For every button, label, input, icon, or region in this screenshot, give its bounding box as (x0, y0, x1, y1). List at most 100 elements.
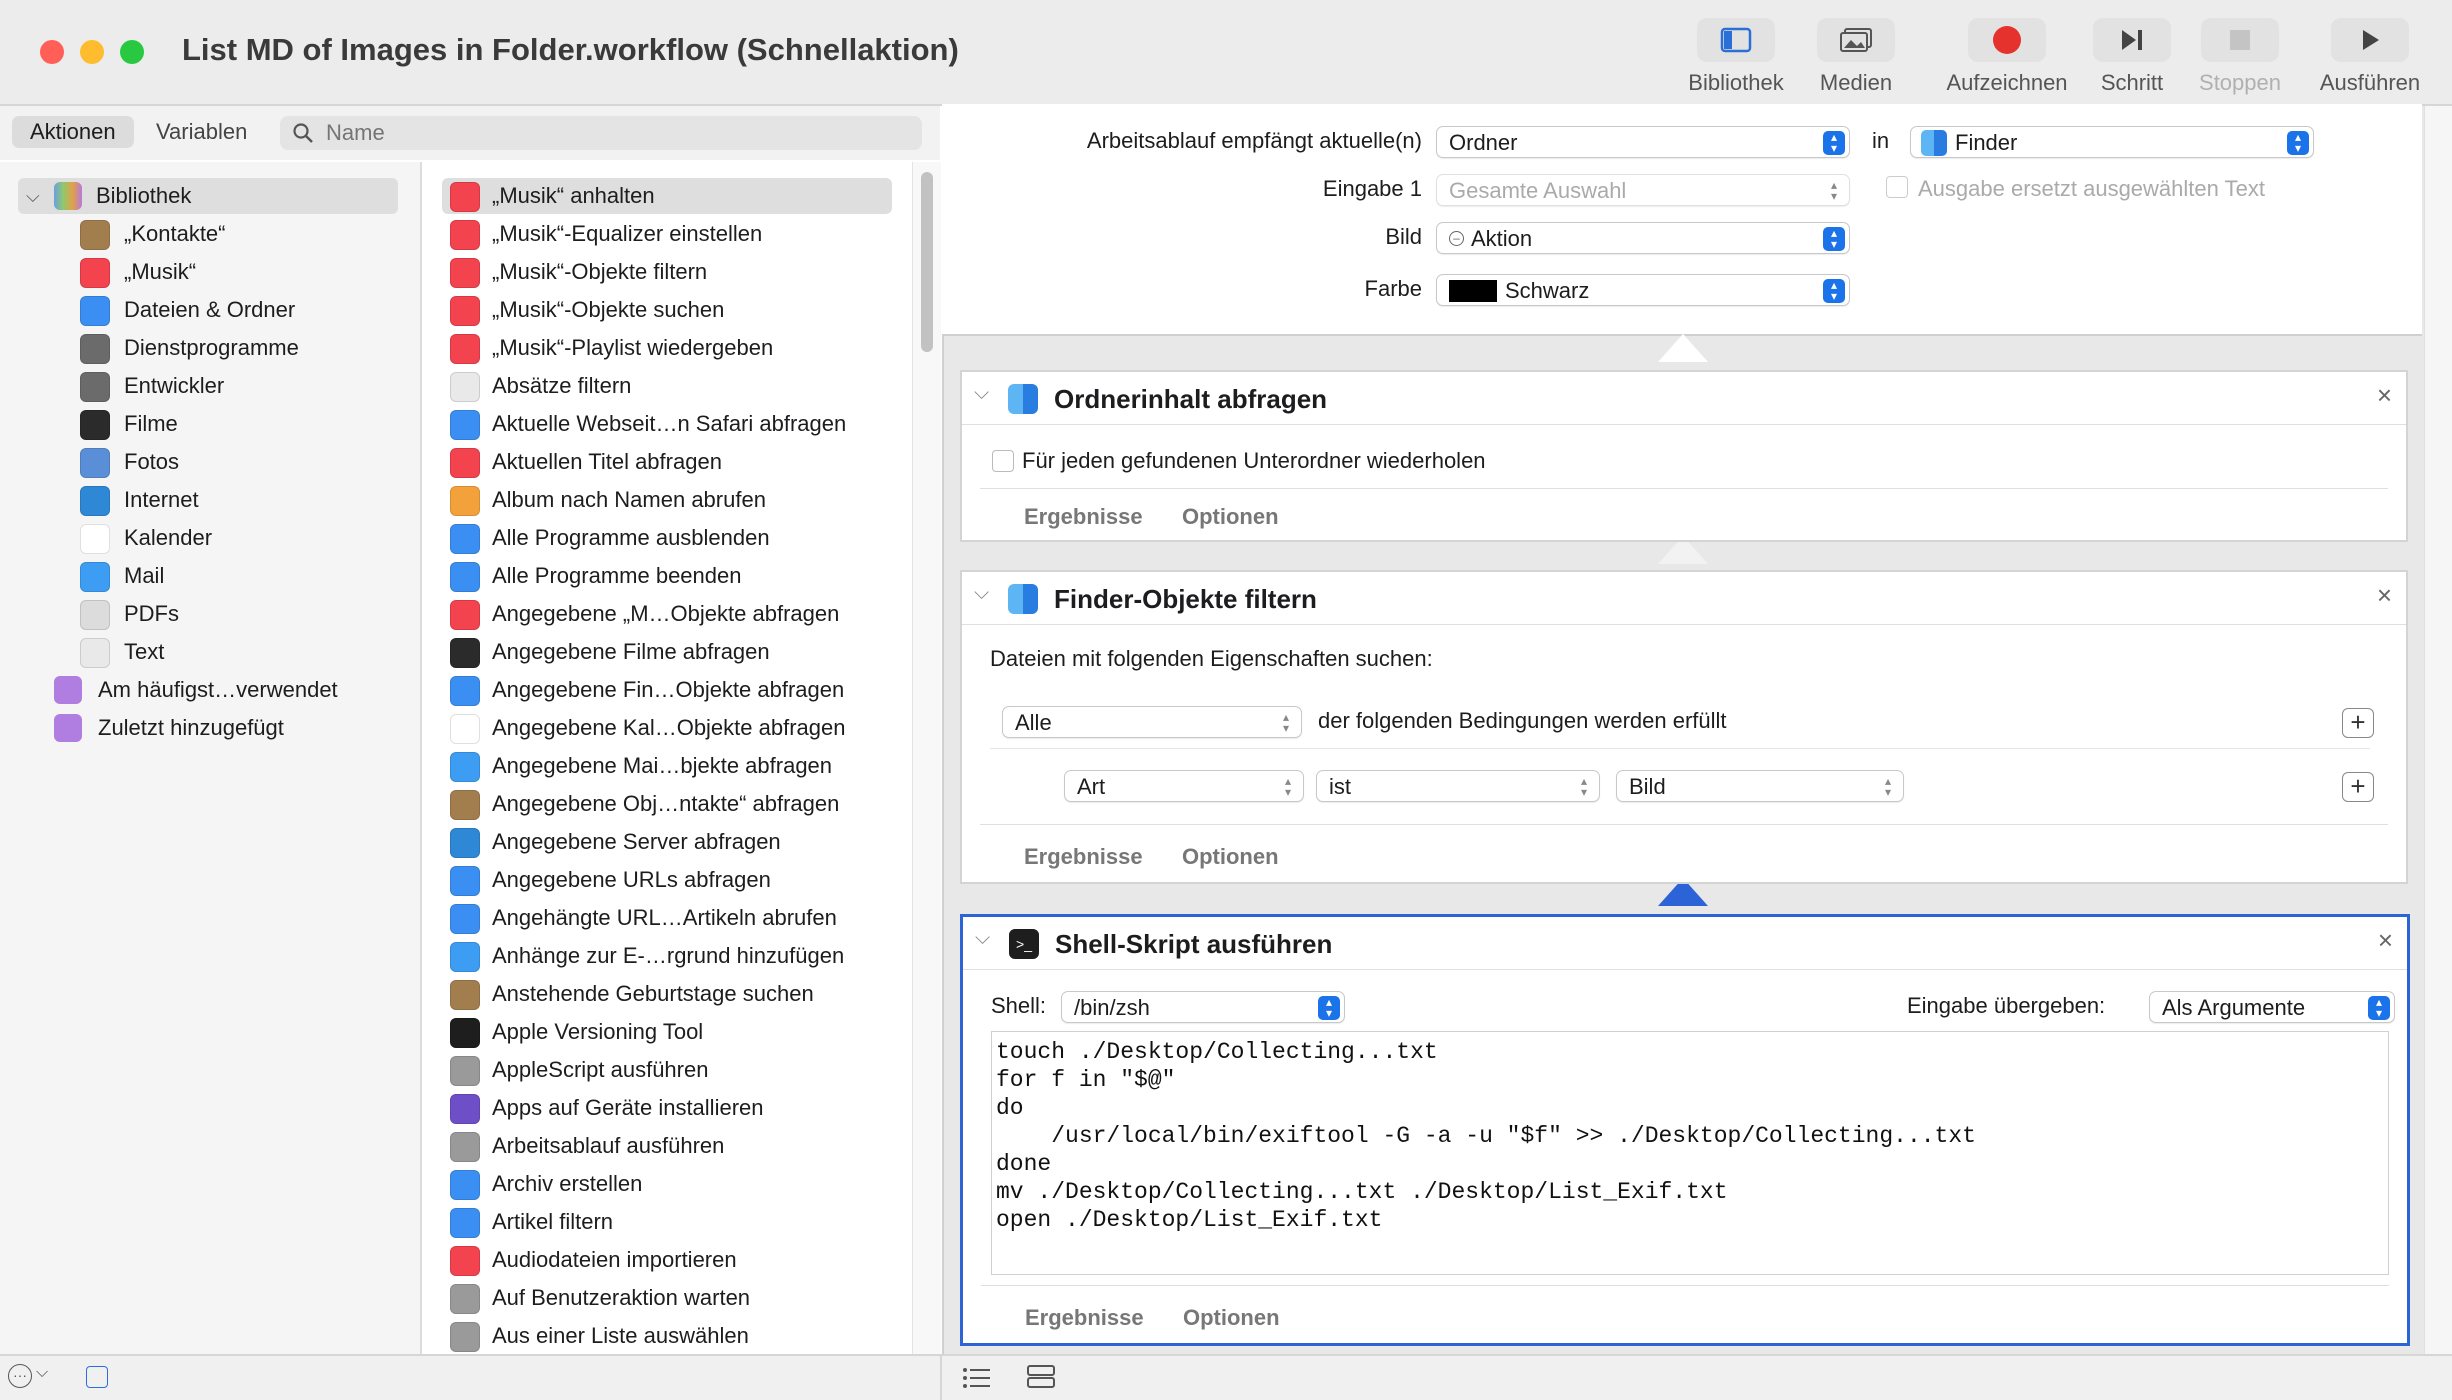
zoom-window-button[interactable] (120, 40, 144, 64)
library-item[interactable]: Fotos (80, 444, 400, 480)
library-button[interactable]: Bibliothek (1676, 18, 1796, 96)
library-item[interactable]: Kalender (80, 520, 400, 556)
tab-actions[interactable]: Aktionen (12, 116, 134, 148)
chevron-down-icon[interactable]: ⌵ (974, 582, 989, 605)
action-list-item[interactable]: Angegebene Kal…Objekte abfragen (442, 710, 892, 746)
condition-value-popup[interactable]: Bild ▴ ▾ (1616, 770, 1904, 802)
results-tab[interactable]: Ergebnisse (1025, 1305, 1144, 1331)
action-list-item[interactable]: Anhänge zur E-…rgrund hinzufügen (442, 938, 892, 974)
condition-operator-popup[interactable]: ist ▴ ▾ (1316, 770, 1600, 802)
options-tab[interactable]: Optionen (1182, 504, 1279, 530)
stop-button[interactable]: Stoppen (2180, 18, 2300, 96)
library-root[interactable]: ⌵ Bibliothek (18, 178, 398, 214)
close-icon[interactable]: × (2378, 925, 2393, 956)
workflow-scrollbar[interactable] (2424, 106, 2452, 1354)
action-list-item[interactable]: Arbeitsablauf ausführen (442, 1128, 892, 1164)
library-item[interactable]: Filme (80, 406, 400, 442)
pass-input-popup[interactable]: Als Argumente ▴ ▾ (2149, 991, 2395, 1023)
action-list-item[interactable]: Aktuelle Webseit…n Safari abfragen (442, 406, 892, 442)
action-list-item[interactable]: Angegebene Server abfragen (442, 824, 892, 860)
add-condition-button[interactable]: + (2342, 708, 2374, 738)
results-tab[interactable]: Ergebnisse (1024, 504, 1143, 530)
action-list-item[interactable]: Angegebene Mai…bjekte abfragen (442, 748, 892, 784)
library-item[interactable]: Dateien & Ordner (80, 292, 400, 328)
library-item[interactable]: „Kontakte“ (80, 216, 400, 252)
action-list-item[interactable]: Aktuellen Titel abfragen (442, 444, 892, 480)
action-menu-icon[interactable]: ··· (8, 1364, 32, 1388)
action-list-item[interactable]: „Musik“ anhalten (442, 178, 892, 214)
media-button[interactable]: Medien (1796, 18, 1916, 96)
action-list-item[interactable]: Angegebene Obj…ntakte“ abfragen (442, 786, 892, 822)
chevron-down-icon[interactable]: ⌵ (36, 1364, 48, 1382)
scroll-thumb[interactable] (921, 172, 933, 352)
library-item[interactable]: PDFs (80, 596, 400, 632)
variables-view-icon[interactable] (1026, 1364, 1056, 1390)
add-subcondition-button[interactable]: + (2342, 772, 2374, 802)
smart-group-item[interactable]: Am häufigst…verwendet (54, 672, 394, 708)
action-list-item[interactable]: Audiodateien importieren (442, 1242, 892, 1278)
action-list-item[interactable]: Apple Versioning Tool (442, 1014, 892, 1050)
action-list-item[interactable]: Anstehende Geburtstage suchen (442, 976, 892, 1012)
chevron-down-icon[interactable]: ⌵ (975, 927, 990, 950)
action-list-item[interactable]: „Musik“-Equalizer einstellen (442, 216, 892, 252)
action-list-item-label: Alle Programme beenden (492, 563, 742, 588)
log-list-icon[interactable] (962, 1366, 992, 1390)
action-list-item[interactable]: „Musik“-Playlist wiedergeben (442, 330, 892, 366)
action-list-item[interactable]: AppleScript ausführen (442, 1052, 892, 1088)
options-tab[interactable]: Optionen (1182, 844, 1279, 870)
description-toggle-icon[interactable] (86, 1366, 108, 1388)
color-popup[interactable]: Schwarz ▴ ▾ (1436, 274, 1850, 306)
search-field[interactable] (280, 116, 922, 150)
action-list-item[interactable]: Angegebene Fin…Objekte abfragen (442, 672, 892, 708)
action-list-item[interactable]: Album nach Namen abrufen (442, 482, 892, 518)
action-filter-finder-items[interactable]: ⌵ Finder-Objekte filtern × Dateien mit f… (960, 570, 2408, 884)
search-input[interactable] (324, 118, 908, 148)
library-item[interactable]: Internet (80, 482, 400, 518)
library-item[interactable]: Mail (80, 558, 400, 594)
application-popup[interactable]: Finder ▴ ▾ (1910, 126, 2314, 158)
action-list-item[interactable]: Alle Programme beenden (442, 558, 892, 594)
action-list-item[interactable]: Angegebene „M…Objekte abfragen (442, 596, 892, 632)
action-list-item[interactable]: Angegebene Filme abfragen (442, 634, 892, 670)
record-button[interactable]: Aufzeichnen (1944, 18, 2070, 96)
tab-variables[interactable]: Variablen (138, 116, 265, 148)
action-list-item[interactable]: Absätze filtern (442, 368, 892, 404)
close-window-button[interactable] (40, 40, 64, 64)
actions-scrollbar[interactable] (912, 162, 941, 1354)
action-list-item[interactable]: Aus einer Liste auswählen (442, 1318, 892, 1354)
options-tab[interactable]: Optionen (1183, 1305, 1280, 1331)
receives-popup[interactable]: Ordner ▴ ▾ (1436, 126, 1850, 158)
action-run-shell-script[interactable]: ⌵ >_ Shell-Skript ausführen × Shell: /bi… (960, 914, 2410, 1346)
condition-field-popup[interactable]: Art ▴ ▾ (1064, 770, 1304, 802)
action-list-item[interactable]: Angegebene URLs abfragen (442, 862, 892, 898)
results-tab[interactable]: Ergebnisse (1024, 844, 1143, 870)
action-list-item[interactable]: Artikel filtern (442, 1204, 892, 1240)
step-button[interactable]: Schritt (2072, 18, 2192, 96)
script-editor[interactable]: touch ./Desktop/Collecting...txt for f i… (991, 1031, 2389, 1275)
input-popup[interactable]: Gesamte Auswahl ▴ ▾ (1436, 174, 1850, 206)
repeat-subfolders-checkbox[interactable] (992, 450, 1014, 472)
finder-icon (450, 1170, 480, 1200)
action-list-item[interactable]: Alle Programme ausblenden (442, 520, 892, 556)
library-item[interactable]: Entwickler (80, 368, 400, 404)
image-popup[interactable]: – Aktion ▴ ▾ (1436, 222, 1850, 254)
action-get-folder-contents[interactable]: ⌵ Ordnerinhalt abfragen × Für jeden gefu… (960, 370, 2408, 542)
replaces-checkbox[interactable] (1886, 176, 1908, 198)
close-icon[interactable]: × (2377, 580, 2392, 611)
action-list-item[interactable]: „Musik“-Objekte filtern (442, 254, 892, 290)
action-list-item[interactable]: Apps auf Geräte installieren (442, 1090, 892, 1126)
library-item[interactable]: „Musik“ (80, 254, 400, 290)
run-button[interactable]: Ausführen (2310, 18, 2430, 96)
library-item[interactable]: Text (80, 634, 400, 670)
match-popup[interactable]: Alle ▴ ▾ (1002, 706, 1302, 738)
library-item[interactable]: Dienstprogramme (80, 330, 400, 366)
chevron-down-icon[interactable]: ⌵ (974, 382, 989, 405)
shell-popup[interactable]: /bin/zsh ▴ ▾ (1061, 991, 1345, 1023)
smart-group-item[interactable]: Zuletzt hinzugefügt (54, 710, 394, 746)
minimize-window-button[interactable] (80, 40, 104, 64)
close-icon[interactable]: × (2377, 380, 2392, 411)
action-list-item[interactable]: Archiv erstellen (442, 1166, 892, 1202)
action-list-item[interactable]: Auf Benutzeraktion warten (442, 1280, 892, 1316)
action-list-item[interactable]: „Musik“-Objekte suchen (442, 292, 892, 328)
action-list-item[interactable]: Angehängte URL…Artikeln abrufen (442, 900, 892, 936)
